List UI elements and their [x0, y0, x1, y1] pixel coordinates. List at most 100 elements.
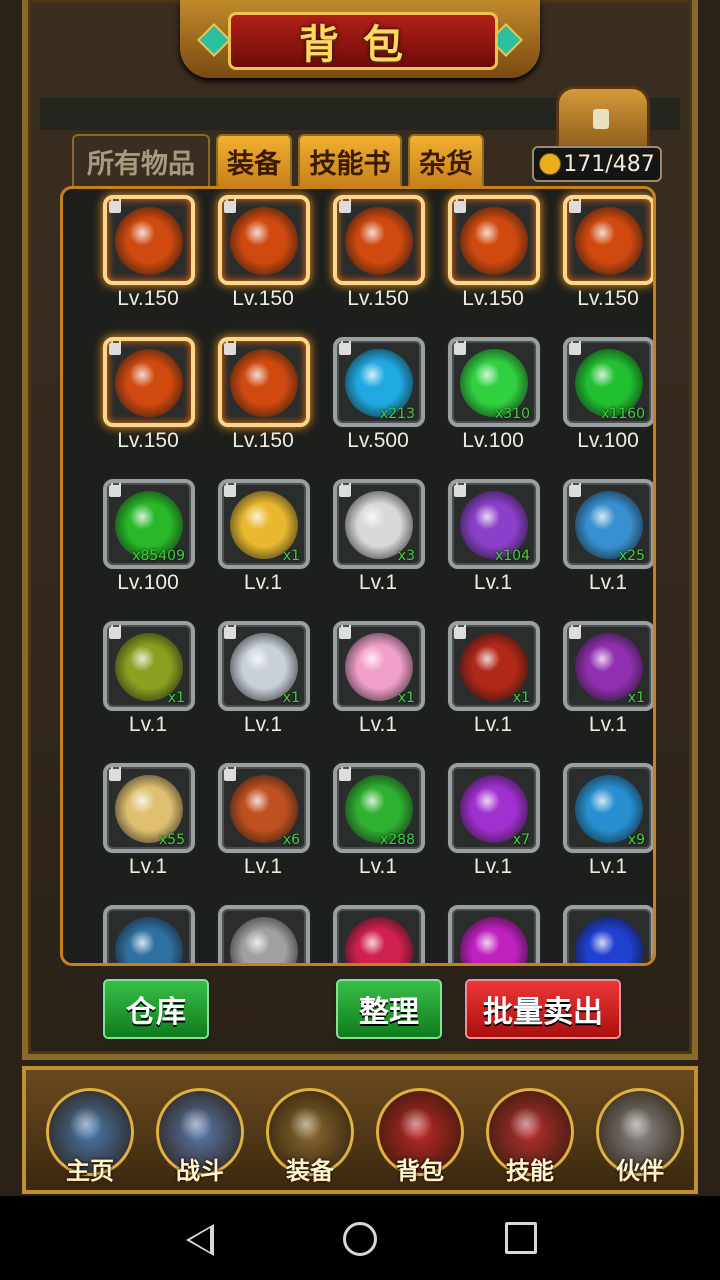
inventory-cell[interactable]: x1 Lv.1: [313, 621, 428, 763]
item-slot[interactable]: [103, 195, 195, 285]
item-level: Lv.1: [588, 571, 628, 594]
item-quantity: x1: [167, 690, 185, 706]
item-slot[interactable]: x85409: [103, 479, 195, 569]
item-slot[interactable]: [448, 905, 540, 963]
item-level: Lv.150: [347, 287, 409, 310]
item-slot[interactable]: [103, 337, 195, 427]
inventory-cell[interactable]: x1 Lv.1: [428, 621, 543, 763]
bulk-sell-button[interactable]: 批量卖出: [462, 976, 624, 1042]
tab-all-items[interactable]: 所有物品: [72, 134, 210, 186]
inventory-cell[interactable]: x6 Lv.1: [198, 763, 313, 905]
lock-icon: [224, 199, 236, 213]
item-level: Lv.150: [577, 287, 639, 310]
item-level: Lv.150: [117, 287, 179, 310]
item-slot[interactable]: x3: [333, 479, 425, 569]
item-slot[interactable]: [563, 905, 653, 963]
inventory-cell[interactable]: Lv.150: [428, 195, 543, 337]
inventory-cell[interactable]: x213 Lv.500: [313, 337, 428, 479]
item-quantity: x1: [512, 690, 530, 706]
item-slot[interactable]: x213: [333, 337, 425, 427]
item-slot[interactable]: [563, 195, 653, 285]
nav-battle-swords[interactable]: 战斗: [150, 1084, 250, 1185]
bottom-nav: 主页 战斗 装备 背包 技能 伙伴: [22, 1066, 698, 1194]
inventory-cell[interactable]: x7 Lv.1: [428, 763, 543, 905]
inventory-cell[interactable]: x1 Lv.1: [83, 621, 198, 763]
item-level: Lv.1: [243, 713, 283, 736]
item-slot[interactable]: [218, 905, 310, 963]
inventory-cell[interactable]: x85409 Lv.100: [83, 479, 198, 621]
inventory-cell[interactable]: [428, 905, 543, 963]
item-slot[interactable]: [333, 195, 425, 285]
inventory-cell[interactable]: Lv.150: [83, 337, 198, 479]
inventory-cell[interactable]: x104 Lv.1: [428, 479, 543, 621]
tab-skill-books[interactable]: 技能书: [298, 134, 402, 186]
inventory-cell[interactable]: x288 Lv.1: [313, 763, 428, 905]
item-level: Lv.150: [117, 429, 179, 452]
home-circle-icon[interactable]: [343, 1222, 377, 1256]
inventory-cell[interactable]: x1 Lv.1: [198, 621, 313, 763]
item-slot[interactable]: [103, 905, 195, 963]
item-slot[interactable]: x1: [218, 479, 310, 569]
tab-misc[interactable]: 杂货: [408, 134, 484, 186]
deep-blue-orb-icon: [575, 917, 643, 963]
item-slot[interactable]: x25: [563, 479, 653, 569]
nav-equipment-armor[interactable]: 装备: [260, 1084, 360, 1185]
inventory-cell[interactable]: Lv.150: [198, 195, 313, 337]
nav-home[interactable]: 主页: [40, 1084, 140, 1185]
inventory-cell[interactable]: Lv.150: [543, 195, 653, 337]
item-slot[interactable]: [333, 905, 425, 963]
recents-icon[interactable]: [505, 1222, 537, 1254]
item-slot[interactable]: x9: [563, 763, 653, 853]
nav-partner-helmet[interactable]: 伙伴: [590, 1084, 690, 1185]
lock-icon: [224, 625, 236, 639]
item-slot[interactable]: x1: [448, 621, 540, 711]
lock-icon: [339, 199, 351, 213]
item-level: Lv.1: [358, 571, 398, 594]
lock-icon: [109, 341, 121, 355]
item-slot[interactable]: x288: [333, 763, 425, 853]
inventory-cell[interactable]: [313, 905, 428, 963]
inventory-cell[interactable]: Lv.150: [83, 195, 198, 337]
inventory-cell[interactable]: [198, 905, 313, 963]
inventory-cell[interactable]: x1 Lv.1: [198, 479, 313, 621]
inventory-cell[interactable]: x310 Lv.100: [428, 337, 543, 479]
item-slot[interactable]: x1: [218, 621, 310, 711]
lock-icon: [109, 767, 121, 781]
inventory-cell[interactable]: x3 Lv.1: [313, 479, 428, 621]
item-slot[interactable]: x1160: [563, 337, 653, 427]
lock-icon: [339, 625, 351, 639]
item-slot[interactable]: x7: [448, 763, 540, 853]
inventory-cell[interactable]: [543, 905, 653, 963]
item-slot[interactable]: [218, 195, 310, 285]
item-quantity: x104: [494, 548, 530, 564]
inventory-cell[interactable]: x55 Lv.1: [83, 763, 198, 905]
item-slot[interactable]: [218, 337, 310, 427]
item-slot[interactable]: x1: [563, 621, 653, 711]
item-slot[interactable]: x104: [448, 479, 540, 569]
inventory-cell[interactable]: [83, 905, 198, 963]
item-slot[interactable]: x1: [333, 621, 425, 711]
back-icon[interactable]: [186, 1224, 214, 1256]
sort-button[interactable]: 整理: [333, 976, 445, 1042]
item-slot[interactable]: x55: [103, 763, 195, 853]
item-quantity: x213: [379, 406, 415, 422]
inventory-cell[interactable]: x25 Lv.1: [543, 479, 653, 621]
nav-backpack-bag[interactable]: 背包: [370, 1084, 470, 1185]
inventory-cell[interactable]: x9 Lv.1: [543, 763, 653, 905]
inventory-cell[interactable]: x1 Lv.1: [543, 621, 653, 763]
title-plate: 背包: [180, 0, 540, 78]
inventory-cell[interactable]: Lv.150: [313, 195, 428, 337]
magenta-orb-icon: [460, 917, 528, 963]
warehouse-button[interactable]: 仓库: [100, 976, 212, 1042]
inventory-cell[interactable]: Lv.150: [198, 337, 313, 479]
item-level: Lv.1: [243, 855, 283, 878]
tab-equipment[interactable]: 装备: [216, 134, 292, 186]
item-slot[interactable]: [448, 195, 540, 285]
nav-skills-chest[interactable]: 技能: [480, 1084, 580, 1185]
inventory-cell[interactable]: x1160 Lv.100: [543, 337, 653, 479]
item-slot[interactable]: x1: [103, 621, 195, 711]
item-slot[interactable]: x6: [218, 763, 310, 853]
lock-icon: [339, 767, 351, 781]
item-slot[interactable]: x310: [448, 337, 540, 427]
item-level: Lv.1: [473, 855, 513, 878]
